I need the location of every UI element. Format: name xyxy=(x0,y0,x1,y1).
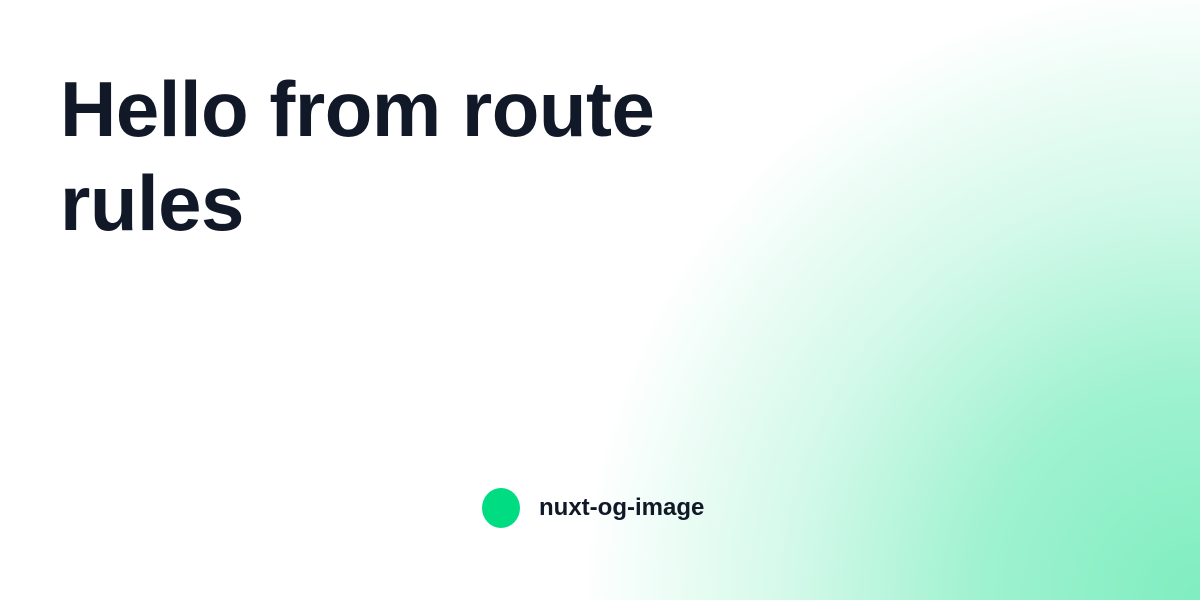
og-image-canvas: Hello from route rules nuxt-og-image xyxy=(0,0,1200,600)
page-title: Hello from route rules xyxy=(60,65,655,247)
brand-name: nuxt-og-image xyxy=(539,494,705,521)
brand-badge: nuxt-og-image xyxy=(482,487,704,529)
green-circle-logo-icon xyxy=(482,488,520,528)
